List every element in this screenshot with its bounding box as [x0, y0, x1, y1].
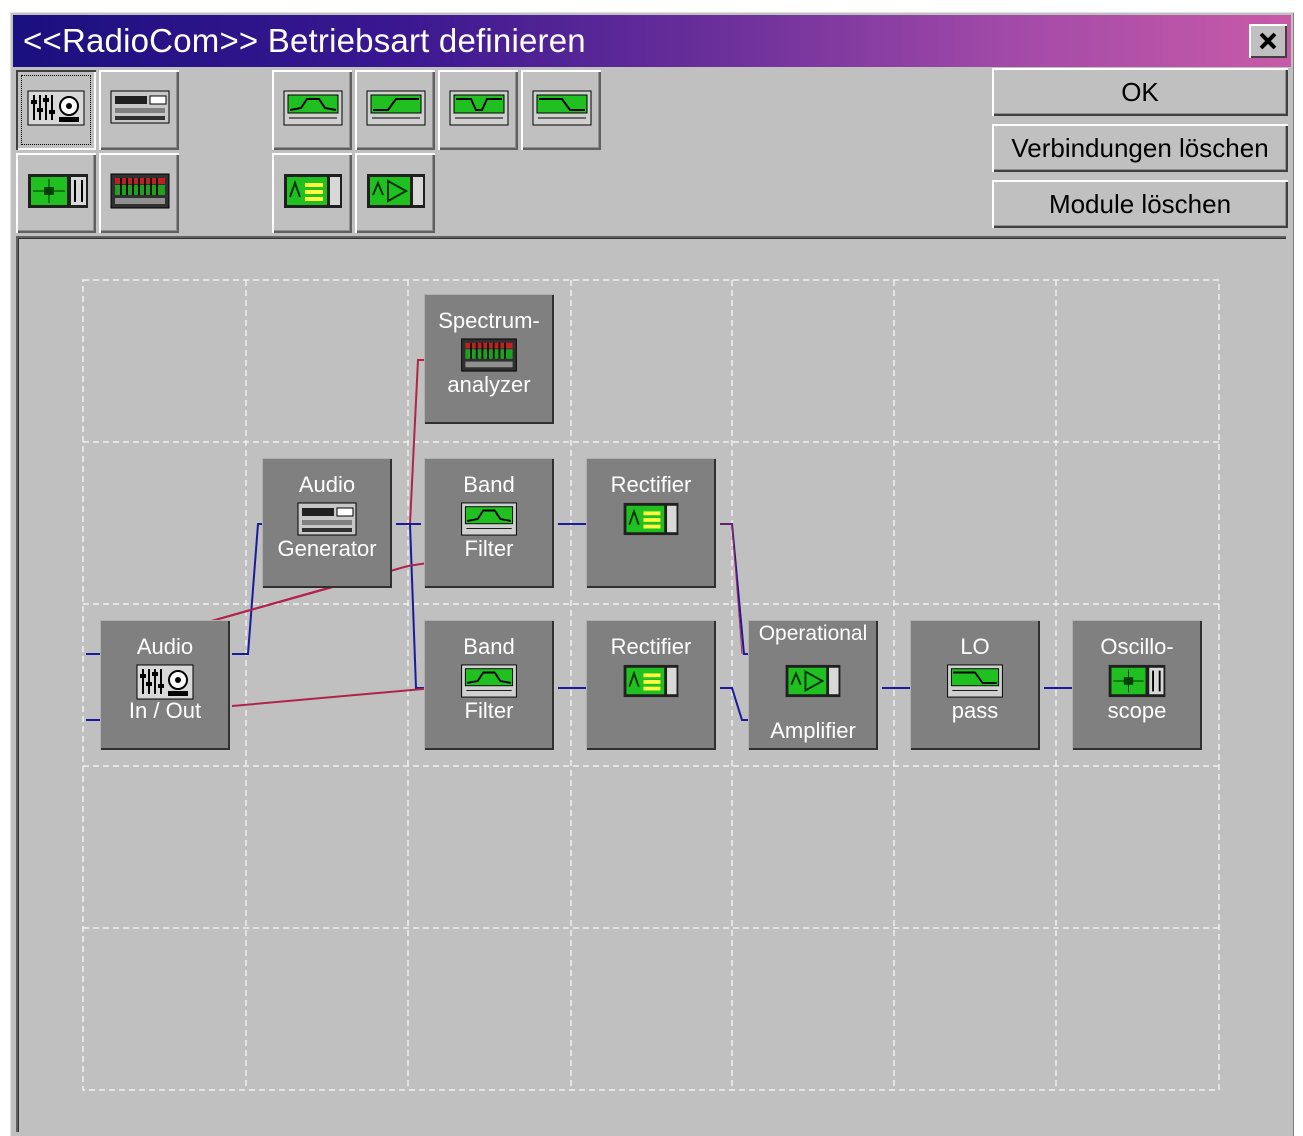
module-label-top: LO: [960, 634, 990, 659]
band-filter-icon: [283, 90, 343, 126]
module-label-top: Band: [463, 472, 515, 497]
tool-low-pass[interactable]: [521, 70, 601, 150]
module-label-bottom: Filter: [464, 698, 514, 723]
audio-in-out-icon: [136, 664, 194, 700]
tool-spectrum-analyzer[interactable]: [99, 153, 179, 233]
module-label-bottom: Generator: [277, 536, 377, 561]
module-label-bottom: Filter: [464, 536, 514, 561]
module-rectifier-2[interactable]: Rectifier: [586, 620, 716, 750]
spectrum-analyzer-icon: [461, 338, 517, 372]
band-stop-icon: [449, 90, 509, 126]
module-label-top: Oscillo-: [1100, 634, 1174, 659]
dialog-window: <<RadioCom>> Betriebsart definieren OK V…: [10, 12, 1294, 1136]
title-bar[interactable]: <<RadioCom>> Betriebsart definieren: [13, 15, 1291, 67]
module-label-bottom: scope: [1107, 698, 1167, 723]
module-band-filter-2[interactable]: Band Filter: [424, 620, 554, 750]
audio-generator-icon: [297, 502, 357, 536]
band-filter-icon: [461, 664, 517, 698]
operational-amplifier-icon: [367, 174, 425, 208]
module-audio-generator[interactable]: Audio Generator: [262, 458, 392, 588]
low-pass-icon: [947, 664, 1003, 698]
window-title: <<RadioCom>> Betriebsart definieren: [23, 22, 586, 59]
oscilloscope-icon: [28, 174, 88, 208]
module-label-bottom: analyzer: [447, 372, 531, 397]
tool-audio-generator[interactable]: [99, 70, 179, 150]
delete-connections-button[interactable]: Verbindungen löschen: [992, 124, 1288, 172]
module-label-bottom: In / Out: [128, 698, 202, 723]
module-label-top: Rectifier: [610, 634, 692, 659]
close-icon: [1259, 32, 1277, 50]
delete-modules-button[interactable]: Module löschen: [992, 180, 1288, 228]
module-oscilloscope[interactable]: Oscillo- scope: [1072, 620, 1202, 750]
module-low-pass[interactable]: LO pass: [910, 620, 1040, 750]
module-rectifier-1[interactable]: Rectifier: [586, 458, 716, 588]
tool-audio-in-out[interactable]: [16, 70, 96, 150]
module-operational-amplifier[interactable]: Operational Amplifier: [748, 620, 878, 750]
close-button[interactable]: [1249, 24, 1287, 58]
rectifier-icon: [623, 664, 679, 698]
audio-generator-icon: [110, 90, 170, 124]
module-audio-in-out[interactable]: Audio In / Out: [100, 620, 230, 750]
rectifier-icon: [284, 174, 342, 208]
oscilloscope-icon: [1108, 664, 1166, 698]
module-label-bottom: Amplifier: [770, 718, 856, 743]
ok-button[interactable]: OK: [992, 68, 1288, 116]
module-label-top: Band: [463, 634, 515, 659]
tool-rectifier[interactable]: [272, 153, 352, 233]
tool-high-pass[interactable]: [355, 70, 435, 150]
module-label-top: Audio: [136, 634, 194, 659]
module-label-bottom: pass: [951, 698, 999, 723]
module-label-top: Spectrum-: [438, 308, 540, 333]
tool-oscilloscope[interactable]: [16, 153, 96, 233]
audio-in-out-icon: [27, 90, 85, 126]
low-pass-icon: [532, 90, 592, 126]
tool-band-filter[interactable]: [272, 70, 352, 150]
operational-amplifier-icon: [785, 664, 841, 698]
module-band-filter-1[interactable]: Band Filter: [424, 458, 554, 588]
tool-operational-amplifier[interactable]: [355, 153, 435, 233]
module-label-top: Operational: [758, 622, 868, 645]
rectifier-icon: [623, 502, 679, 536]
module-spectrum-analyzer[interactable]: Spectrum- analyzer: [424, 294, 554, 424]
module-label-top: Rectifier: [610, 472, 692, 497]
high-pass-icon: [366, 90, 426, 126]
band-filter-icon: [461, 502, 517, 536]
spectrum-analyzer-icon: [110, 173, 170, 209]
circuit-canvas[interactable]: Spectrum- analyzer Audio Generator Band: [16, 236, 1286, 1132]
tool-band-stop[interactable]: [438, 70, 518, 150]
module-label-top: Audio: [298, 472, 356, 497]
